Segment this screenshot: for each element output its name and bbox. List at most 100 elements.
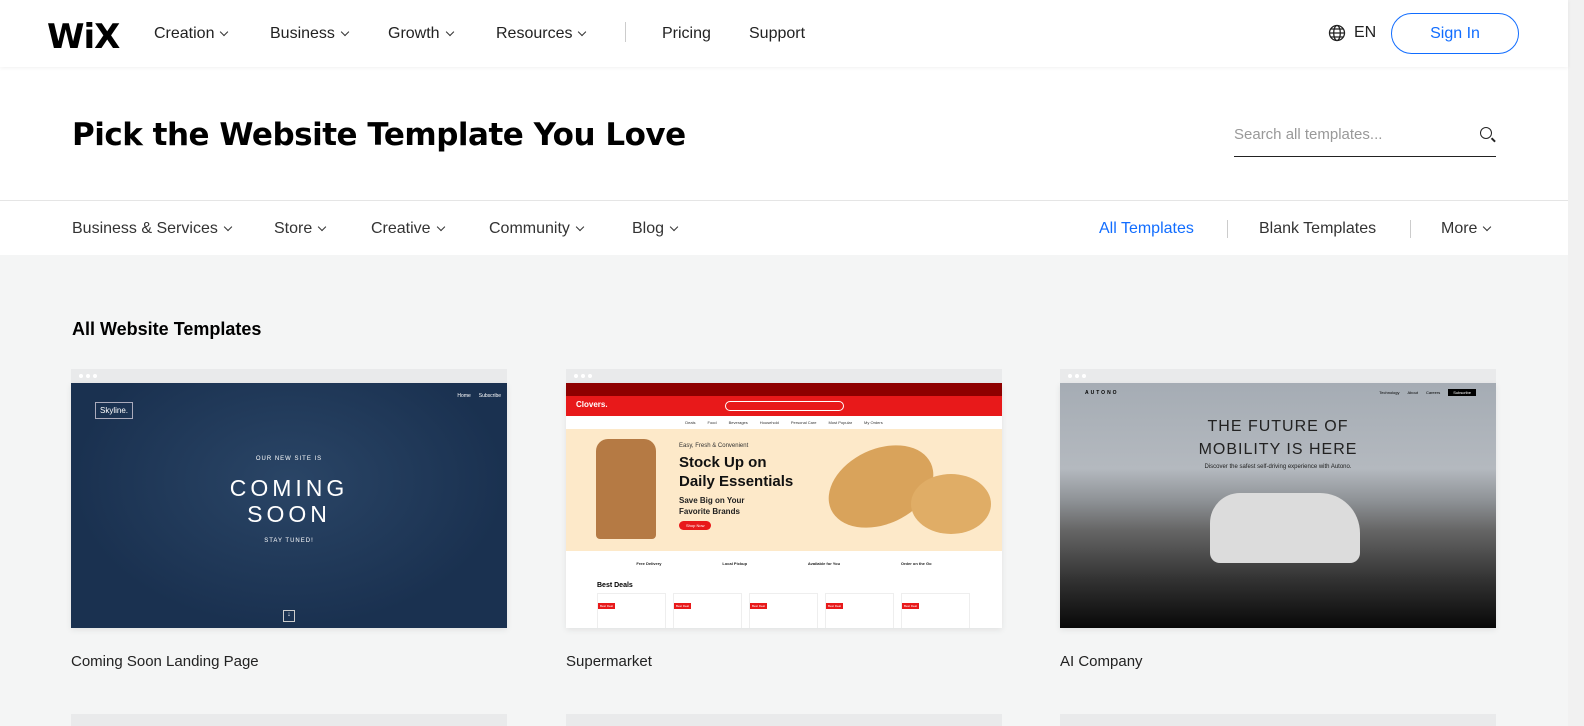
chevron-down-icon bbox=[223, 222, 233, 232]
template-nav-item: Subscribe bbox=[478, 393, 501, 399]
menu-item: Deals bbox=[685, 420, 696, 425]
deal-card: Best Deal bbox=[749, 593, 818, 628]
template-card[interactable]: AUTONO Technology About Careers Subscribe T… bbox=[1060, 369, 1496, 670]
deal-badge: Best Deal bbox=[826, 603, 844, 609]
deal-badge: Best Deal bbox=[750, 603, 768, 609]
template-kicker: OUR NEW SITE IS bbox=[255, 456, 323, 462]
nav-business[interactable]: Business bbox=[270, 25, 350, 43]
page-title: Pick the Website Template You Love bbox=[72, 117, 686, 153]
deal-card: Best Deal bbox=[901, 593, 970, 628]
sign-in-button[interactable]: Sign In bbox=[1391, 13, 1519, 54]
template-brand: Skyline. bbox=[95, 402, 134, 419]
chevron-down-icon bbox=[445, 27, 454, 37]
hero: Pick the Website Template You Love bbox=[0, 67, 1568, 200]
car-image bbox=[1210, 493, 1360, 563]
tab-blank-templates[interactable]: Blank Templates bbox=[1259, 220, 1376, 238]
chevron-down-icon bbox=[436, 222, 445, 232]
tab-all-templates[interactable]: All Templates bbox=[1099, 220, 1194, 238]
search-input[interactable] bbox=[1234, 117, 1464, 151]
template-card[interactable]: Skyline. Home Subscribe OUR NEW SITE IS C… bbox=[71, 369, 507, 670]
menu-item: Most Popular bbox=[828, 420, 853, 425]
feature-item: Local Pickup bbox=[722, 561, 748, 566]
category-label: Community bbox=[489, 220, 570, 237]
category-community[interactable]: Community bbox=[489, 220, 585, 238]
language-selector[interactable]: EN bbox=[1328, 24, 1376, 42]
nav-resources[interactable]: Resources bbox=[496, 25, 587, 43]
category-business-services[interactable]: Business & Services bbox=[72, 220, 233, 238]
menu-item: Food bbox=[707, 420, 717, 425]
template-brand: AUTONO bbox=[1085, 390, 1119, 396]
deal-badge: Best Deal bbox=[674, 603, 692, 609]
template-card-partial[interactable] bbox=[71, 714, 507, 726]
category-blog[interactable]: Blog bbox=[632, 220, 679, 238]
subscribe-button: Subscribe bbox=[1448, 389, 1476, 396]
nav-label: Resources bbox=[496, 25, 573, 42]
template-nav: Technology About Careers Subscribe bbox=[1379, 389, 1476, 396]
feature-item: Available for You bbox=[807, 561, 841, 566]
language-label: EN bbox=[1354, 24, 1377, 41]
chevron-down-icon bbox=[318, 222, 327, 232]
banner-kicker: Easy, Fresh & Convenient bbox=[679, 443, 749, 449]
template-card-partial[interactable] bbox=[566, 714, 1002, 726]
feature-item: Free Delivery bbox=[636, 561, 662, 566]
more-label: More bbox=[1441, 220, 1478, 237]
more-dropdown[interactable]: More bbox=[1441, 220, 1492, 238]
scrollbar[interactable] bbox=[1568, 0, 1584, 726]
menu-item: Beverages bbox=[728, 420, 748, 425]
nav-label: Growth bbox=[388, 25, 440, 42]
search-icon[interactable] bbox=[1480, 127, 1492, 139]
store-banner: Easy, Fresh & Convenient Stock Up on Dail… bbox=[566, 429, 1002, 551]
template-nav-item: About bbox=[1407, 390, 1418, 395]
bread-image bbox=[911, 474, 991, 534]
category-label: Store bbox=[274, 220, 313, 237]
template-card-partial[interactable] bbox=[1060, 714, 1496, 726]
shop-now-button: Shop Now bbox=[679, 521, 712, 530]
template-headline: THE FUTURE OF MOBILITY IS HERE bbox=[1060, 415, 1496, 461]
nav-growth[interactable]: Growth bbox=[388, 25, 454, 43]
nav-creation[interactable]: Creation bbox=[154, 25, 229, 43]
chevron-down-icon bbox=[1483, 222, 1492, 232]
category-label: Creative bbox=[371, 220, 431, 237]
banner-headline: Stock Up on Daily Essentials bbox=[679, 453, 793, 491]
nav-support[interactable]: Support bbox=[749, 25, 805, 43]
category-store[interactable]: Store bbox=[274, 220, 327, 238]
deal-badge: Best Deal bbox=[902, 603, 920, 609]
wix-logo[interactable]: WiX bbox=[47, 17, 120, 57]
globe-icon bbox=[1328, 24, 1346, 42]
deal-cards: Best Deal Best Deal Best Deal Best Deal … bbox=[597, 593, 970, 628]
divider bbox=[1410, 220, 1411, 238]
chevron-down-icon bbox=[669, 222, 679, 232]
template-card[interactable]: Clovers. Deals Food Beverages Household Pers… bbox=[566, 369, 1002, 670]
browser-bar bbox=[71, 369, 507, 383]
template-thumbnail[interactable]: AUTONO Technology About Careers Subscribe T… bbox=[1060, 383, 1496, 628]
store-search bbox=[725, 401, 844, 411]
deal-card: Best Deal bbox=[597, 593, 666, 628]
template-name[interactable]: Supermarket bbox=[566, 653, 1002, 670]
template-name[interactable]: AI Company bbox=[1060, 653, 1496, 670]
category-creative[interactable]: Creative bbox=[371, 220, 445, 238]
store-header: Clovers. bbox=[566, 396, 1002, 416]
chevron-down-icon bbox=[575, 222, 585, 232]
template-name[interactable]: Coming Soon Landing Page bbox=[71, 653, 507, 670]
template-thumbnail[interactable]: Skyline. Home Subscribe OUR NEW SITE IS C… bbox=[71, 383, 507, 628]
browser-bar bbox=[566, 369, 1002, 383]
template-sub: Discover the safest self-driving experie… bbox=[1204, 464, 1352, 470]
template-nav-item: Careers bbox=[1425, 390, 1441, 395]
menu-item: My Orders bbox=[864, 420, 883, 425]
arrow-down-icon: ↓ bbox=[283, 610, 295, 622]
menu-item: Household bbox=[759, 420, 779, 425]
category-label: Blog bbox=[632, 220, 665, 237]
feature-item: Order on the Go bbox=[900, 561, 932, 566]
template-nav: Home Subscribe bbox=[457, 393, 501, 399]
nav-pricing[interactable]: Pricing bbox=[662, 25, 711, 43]
divider bbox=[625, 22, 626, 42]
template-thumbnail[interactable]: Clovers. Deals Food Beverages Household Pers… bbox=[566, 383, 1002, 628]
chevron-down-icon bbox=[340, 27, 350, 37]
template-brand: Clovers. bbox=[576, 400, 608, 409]
chevron-down-icon bbox=[220, 27, 229, 37]
nav-label: Creation bbox=[154, 25, 215, 42]
section-title: All Website Templates bbox=[72, 319, 262, 339]
template-headline: COMING bbox=[229, 475, 349, 501]
template-headline: SOON bbox=[247, 501, 331, 527]
search-box bbox=[1234, 117, 1496, 157]
